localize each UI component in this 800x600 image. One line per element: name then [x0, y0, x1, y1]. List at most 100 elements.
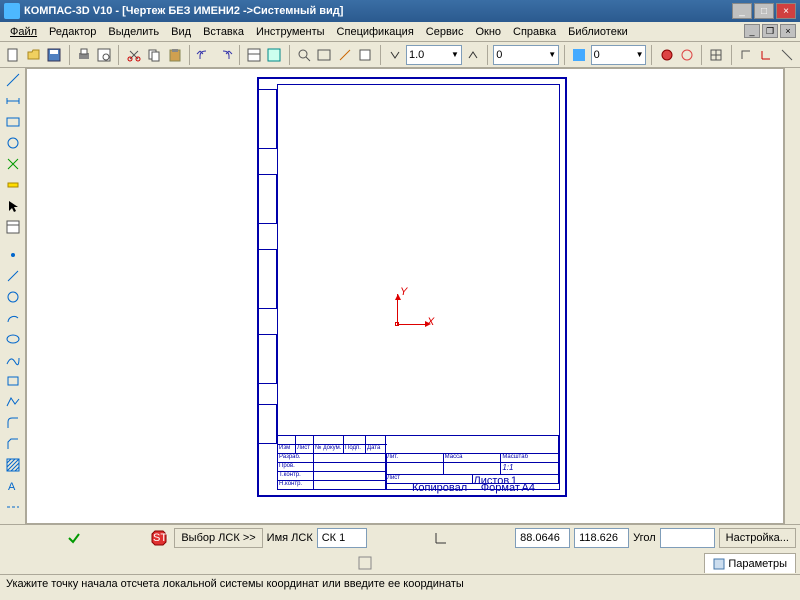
snap-mid-button[interactable]	[678, 44, 697, 66]
settings-button[interactable]: Настройка...	[719, 528, 796, 548]
text-tool[interactable]: A	[2, 476, 24, 496]
minimize-button[interactable]: _	[732, 3, 752, 19]
undo-button[interactable]	[195, 44, 214, 66]
window-title: КОМПАС-3D V10 - [Чертеж БЕЗ ИМЕНИ2 ->Сис…	[24, 5, 732, 17]
line-tool[interactable]	[2, 266, 24, 286]
mdi-restore[interactable]: ❐	[762, 24, 778, 38]
svg-text:A: A	[8, 481, 16, 493]
lcs-button[interactable]	[757, 44, 776, 66]
close-button[interactable]: ×	[776, 3, 796, 19]
preview-button[interactable]	[95, 44, 114, 66]
circle-tool[interactable]	[2, 287, 24, 307]
scale-combo[interactable]: ▼	[406, 45, 462, 65]
variables-button[interactable]	[265, 44, 284, 66]
create-icon[interactable]	[63, 528, 85, 548]
menu-spec[interactable]: Спецификация	[331, 24, 420, 40]
geometry-tool[interactable]	[2, 70, 24, 90]
color-swatch[interactable]	[570, 44, 589, 66]
menu-libs[interactable]: Библиотеки	[562, 24, 634, 40]
coord-y-input[interactable]	[574, 528, 629, 548]
paste-button[interactable]	[165, 44, 184, 66]
menu-insert[interactable]: Вставка	[197, 24, 250, 40]
point-tool[interactable]	[2, 245, 24, 265]
param-tool[interactable]	[2, 154, 24, 174]
coord-x-input[interactable]	[515, 528, 570, 548]
ortho-button[interactable]	[737, 44, 756, 66]
fillet-tool[interactable]	[2, 413, 24, 433]
notation-tool[interactable]	[2, 112, 24, 132]
arc-tool[interactable]	[2, 308, 24, 328]
layer-input[interactable]	[594, 49, 634, 61]
save-button[interactable]	[45, 44, 64, 66]
print-button[interactable]	[74, 44, 93, 66]
layer-combo[interactable]: ▼	[591, 45, 647, 65]
angle-input[interactable]	[660, 528, 715, 548]
statusbar: Укажите точку начала отсчета локальной с…	[0, 574, 800, 592]
grid-button[interactable]	[707, 44, 726, 66]
maximize-button[interactable]: □	[754, 3, 774, 19]
menu-tools[interactable]: Инструменты	[250, 24, 331, 40]
new-button[interactable]	[4, 44, 23, 66]
scale-up[interactable]	[464, 44, 483, 66]
polyline-tool[interactable]	[2, 392, 24, 412]
scale-input[interactable]	[409, 49, 449, 61]
drawing-canvas[interactable]: ИзмЛист№ докум.Подп.Дата Разраб. Пров. Т…	[26, 68, 784, 524]
app-icon	[4, 3, 20, 19]
tab-icon	[713, 558, 725, 570]
main-toolbar: ▼ ▼ ▼	[0, 42, 800, 68]
state-input[interactable]	[496, 49, 546, 61]
vertical-scrollbar[interactable]	[784, 68, 800, 524]
svg-text:STOP: STOP	[153, 532, 168, 544]
spline-tool[interactable]	[2, 350, 24, 370]
menu-file[interactable]: Файл	[4, 24, 43, 40]
angle-label: Угол	[633, 532, 656, 544]
menu-help[interactable]: Справка	[507, 24, 562, 40]
round-button[interactable]	[778, 44, 797, 66]
chamfer-tool[interactable]	[2, 434, 24, 454]
format-label: Формат A4	[481, 482, 535, 494]
zoom-fit-button[interactable]	[315, 44, 334, 66]
mdi-minimize[interactable]: _	[744, 24, 760, 38]
auto-icon[interactable]	[354, 553, 376, 573]
select-tool[interactable]	[2, 196, 24, 216]
zoom-window-button[interactable]	[295, 44, 314, 66]
spec-tool[interactable]	[2, 217, 24, 237]
title-block-left: ИзмЛист№ докум.Подп.Дата Разраб. Пров. Т…	[277, 435, 387, 490]
menu-select[interactable]: Выделить	[102, 24, 165, 40]
redo-button[interactable]	[215, 44, 234, 66]
menubar: Файл Редактор Выделить Вид Вставка Инстр…	[0, 22, 800, 42]
zoom-scale-button[interactable]	[336, 44, 355, 66]
menu-service[interactable]: Сервис	[420, 24, 470, 40]
manager-button[interactable]	[245, 44, 264, 66]
mdi-close[interactable]: ×	[780, 24, 796, 38]
menu-edit[interactable]: Редактор	[43, 24, 102, 40]
measure-tool[interactable]	[2, 175, 24, 195]
property-panel: STOP Выбор ЛСК >> Имя ЛСК Угол Настройка…	[0, 524, 800, 574]
sheet-frame: ИзмЛист№ докум.Подп.Дата Разраб. Пров. Т…	[257, 77, 567, 497]
name-lcs-label: Имя ЛСК	[267, 532, 313, 544]
left-toolbar: A	[0, 68, 26, 524]
state-combo[interactable]: ▼	[493, 45, 559, 65]
menu-window[interactable]: Окно	[469, 24, 507, 40]
edit-tool[interactable]	[2, 133, 24, 153]
status-text: Укажите точку начала отсчета локальной с…	[6, 578, 464, 590]
stop-button[interactable]: STOP	[148, 527, 170, 549]
copy-button[interactable]	[145, 44, 164, 66]
rect-tool[interactable]	[2, 371, 24, 391]
ellipse-tool[interactable]	[2, 329, 24, 349]
hatch-tool[interactable]	[2, 455, 24, 475]
titlebar: КОМПАС-3D V10 - [Чертеж БЕЗ ИМЕНИ2 ->Сис…	[0, 0, 800, 22]
parameters-tab[interactable]: Параметры	[704, 553, 796, 573]
cut-button[interactable]	[124, 44, 143, 66]
snap-end-button[interactable]	[657, 44, 676, 66]
menu-view[interactable]: Вид	[165, 24, 197, 40]
axis-tool[interactable]	[2, 497, 24, 517]
bottom-label: Копировал	[412, 482, 467, 494]
lcs-name-input[interactable]	[317, 528, 367, 548]
select-lcs-button[interactable]: Выбор ЛСК >>	[174, 528, 262, 548]
dimensions-tool[interactable]	[2, 91, 24, 111]
xy-icon[interactable]	[430, 528, 452, 548]
pan-button[interactable]	[356, 44, 375, 66]
scale-down[interactable]	[385, 44, 404, 66]
open-button[interactable]	[25, 44, 44, 66]
